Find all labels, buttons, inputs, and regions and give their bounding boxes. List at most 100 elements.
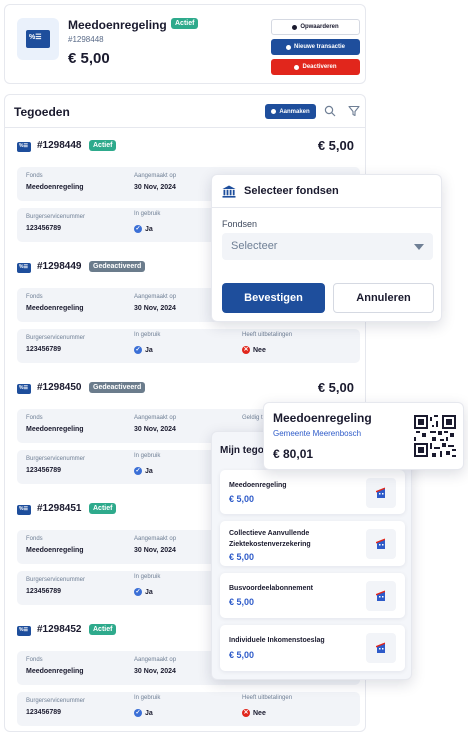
in-use-label: In gebruik	[134, 574, 161, 580]
card-icon: %☰	[17, 502, 34, 515]
item-amount: € 5,00	[229, 597, 255, 607]
my-voucher-item[interactable]: Busvoordeelabonnement € 5,00	[220, 573, 405, 618]
payouts-label: Heeft uitbetalingen	[242, 695, 293, 701]
my-voucher-item[interactable]: Collectieve Aanvullende Ziektekostenverz…	[220, 521, 405, 566]
in-use-value: ✓ Ja	[134, 346, 153, 354]
close-circle-icon	[294, 64, 300, 70]
in-use-label: In gebruik	[134, 211, 161, 217]
topup-button[interactable]: Opwaarderen	[271, 19, 360, 35]
created-value: 30 Nov, 2024	[134, 305, 176, 312]
create-button[interactable]: Aanmaken	[265, 104, 316, 119]
voucher-id: #1298448	[37, 140, 82, 151]
fund-thumbnail	[366, 633, 396, 663]
bsn-value: 123456789	[26, 588, 62, 595]
voucher-id: #1298452	[37, 624, 82, 635]
plus-circle-icon	[271, 109, 277, 114]
created-label: Aangemaakt op	[134, 294, 177, 300]
created-label: Aangemaakt op	[134, 173, 177, 179]
select-placeholder: Selecteer	[231, 240, 278, 252]
building-icon	[376, 538, 385, 549]
card-icon: %☰	[26, 27, 53, 48]
voucher-amount: € 5,00	[317, 380, 354, 395]
created-label: Aangemaakt op	[134, 415, 177, 421]
created-value: 30 Nov, 2024	[134, 426, 176, 433]
bsn-label: Burgerservicenummer	[26, 335, 86, 341]
in-use-label: In gebruik	[134, 332, 161, 338]
voucher-amount: € 5,00	[68, 50, 110, 67]
fund-value: Meedoenregeling	[26, 426, 84, 433]
details-row: Burgerservicenummer 123456789 In gebruik…	[17, 692, 360, 726]
item-name: Individuele Inkomenstoeslag	[229, 637, 325, 644]
card-icon: %☰	[17, 381, 34, 394]
voucher-id: #1298449	[37, 261, 82, 272]
fund-label: Fonds	[26, 657, 43, 663]
details-row: Burgerservicenummer 123456789 In gebruik…	[17, 329, 360, 363]
my-vouchers-title: Mijn tego	[220, 445, 264, 456]
fund-thumbnail	[366, 478, 396, 508]
fund-value: Meedoenregeling	[26, 668, 84, 675]
status-badge: Gedeactiveerd	[89, 261, 146, 272]
card-icon: %☰	[17, 260, 34, 273]
plus-circle-icon	[285, 44, 291, 50]
fund-logo: %☰	[17, 18, 59, 60]
filter-icon[interactable]	[348, 105, 360, 117]
in-use-text: Ja	[145, 346, 153, 354]
building-icon	[376, 487, 385, 498]
created-label: Aangemaakt op	[134, 657, 177, 663]
my-voucher-item[interactable]: Meedoenregeling € 5,00	[220, 470, 405, 514]
payouts-value: ✕ Nee	[242, 346, 266, 354]
funds-select[interactable]: Selecteer	[222, 233, 433, 260]
voucher-pass-card[interactable]: Meedoenregeling Gemeente Meerenbosch € 8…	[263, 402, 464, 470]
fund-label: Fonds	[26, 415, 43, 421]
bank-icon	[222, 185, 236, 198]
card-icon: %☰	[17, 623, 34, 636]
topup-label: Opwaarderen	[300, 24, 339, 30]
pass-municipality: Gemeente Meerenbosch	[273, 429, 362, 438]
status-badge: Actief	[89, 140, 117, 151]
plus-circle-icon	[292, 24, 298, 30]
voucher-summary-card: %☰ Meedoenregeling Actief #1298448 € 5,0…	[4, 4, 366, 84]
in-use-text: Ja	[145, 225, 153, 233]
item-name: Busvoordeelabonnement	[229, 585, 314, 592]
deactivate-button[interactable]: Deactiveren	[271, 59, 360, 75]
pass-title: Meedoenregeling	[273, 411, 372, 425]
cancel-button[interactable]: Annuleren	[333, 283, 434, 313]
check-icon: ✓	[134, 467, 142, 475]
check-icon: ✓	[134, 225, 142, 233]
created-value: 30 Nov, 2024	[134, 547, 176, 554]
in-use-text: Ja	[145, 588, 153, 596]
in-use-text: Ja	[145, 467, 153, 475]
in-use-value: ✓ Ja	[134, 225, 153, 233]
item-name: Collectieve Aanvullende Ziektekostenverz…	[229, 530, 311, 548]
check-icon: ✓	[134, 588, 142, 596]
bsn-label: Burgerservicenummer	[26, 456, 86, 462]
in-use-label: In gebruik	[134, 453, 161, 459]
payouts-value: ✕ Nee	[242, 709, 266, 717]
created-value: 30 Nov, 2024	[134, 668, 176, 675]
in-use-value: ✓ Ja	[134, 467, 153, 475]
search-icon[interactable]	[324, 105, 336, 117]
new-transaction-button[interactable]: Nieuwe transactie	[271, 39, 360, 55]
divider	[5, 127, 365, 128]
fund-value: Meedoenregeling	[26, 547, 84, 554]
deactivate-label: Deactiveren	[302, 64, 337, 70]
pass-amount: € 80,01	[273, 447, 314, 461]
item-name: Meedoenregeling	[229, 482, 287, 489]
status-badge: Actief	[89, 624, 117, 635]
my-voucher-item[interactable]: Individuele Inkomenstoeslag € 5,00	[220, 625, 405, 671]
valid-label: Geldig t	[242, 415, 263, 421]
fund-thumbnail	[366, 581, 396, 611]
item-amount: € 5,00	[229, 494, 255, 504]
qr-code-icon	[414, 415, 456, 457]
in-use-text: Ja	[145, 709, 153, 717]
new-transaction-label: Nieuwe transactie	[293, 44, 346, 50]
fund-label: Fonds	[26, 173, 43, 179]
bsn-value: 123456789	[26, 709, 62, 716]
confirm-button[interactable]: Bevestigen	[222, 283, 325, 313]
divider	[212, 207, 441, 208]
item-amount: € 5,00	[229, 650, 255, 660]
bsn-value: 123456789	[26, 225, 62, 232]
fund-thumbnail	[366, 529, 396, 559]
card-icon: %☰	[17, 139, 34, 152]
created-value: 30 Nov, 2024	[134, 184, 176, 191]
